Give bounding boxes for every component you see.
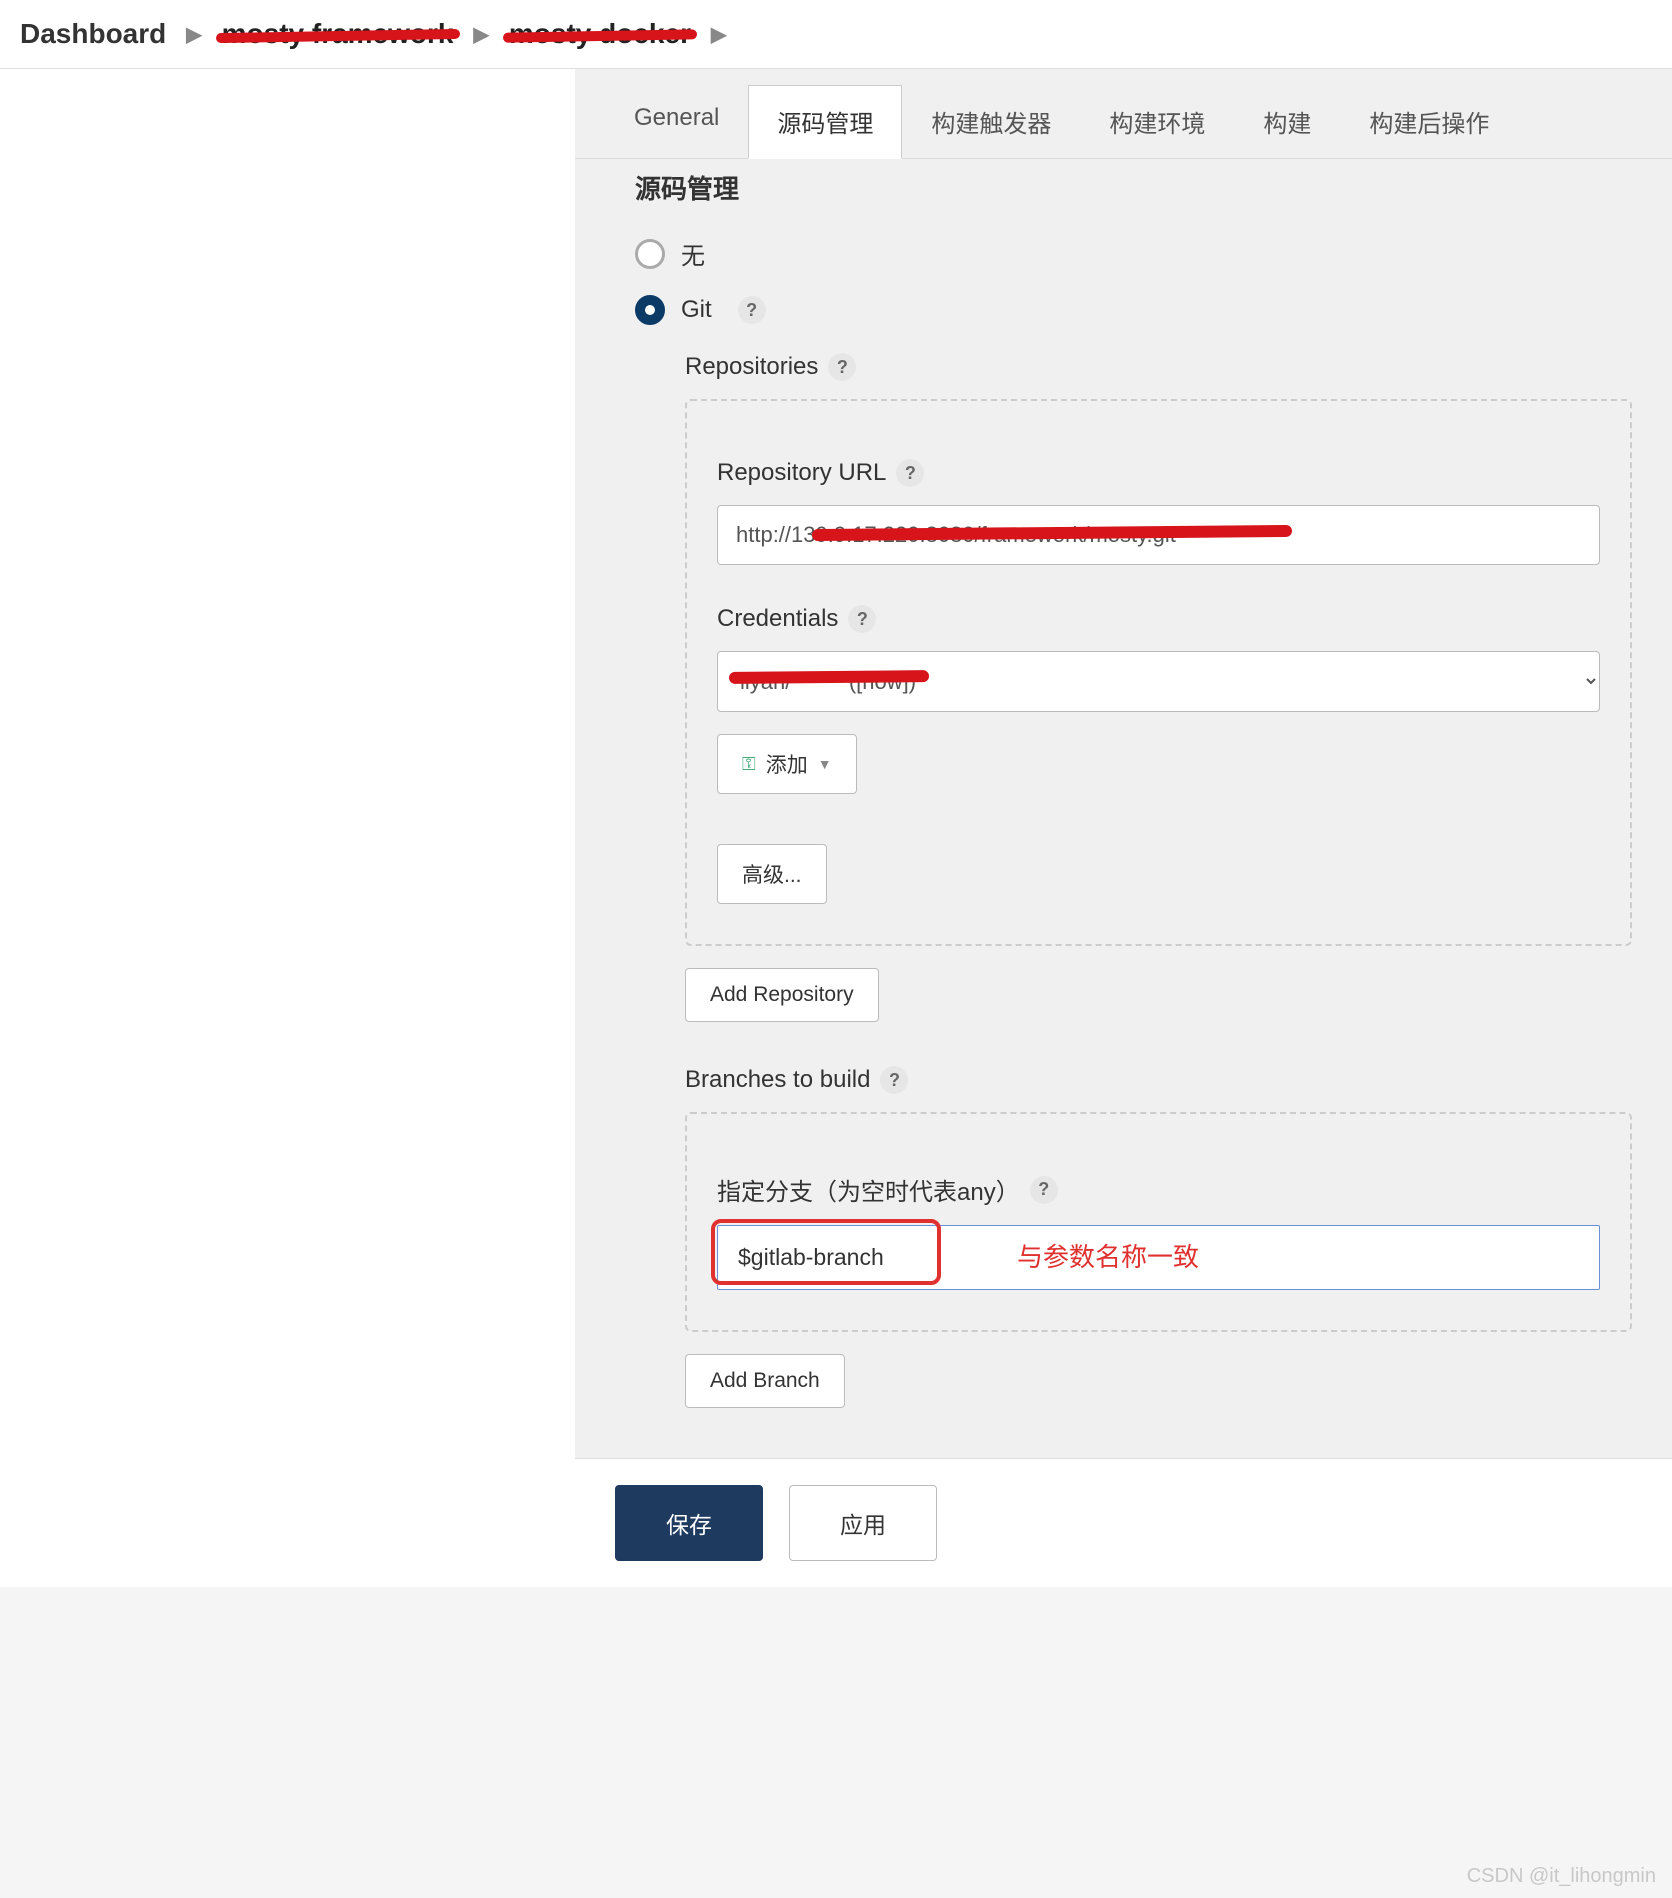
key-icon: ⚿ xyxy=(742,754,756,775)
add-branch-button[interactable]: Add Branch xyxy=(685,1354,845,1408)
chevron-right-icon: ▶ xyxy=(474,22,489,47)
help-icon[interactable]: ? xyxy=(896,459,924,487)
credentials-label: Credentials ? xyxy=(717,605,1600,633)
tab-build[interactable]: 构建 xyxy=(1234,85,1340,158)
breadcrumb-item-2[interactable]: mosty docker xyxy=(509,18,691,50)
add-label: 添加 xyxy=(766,749,808,779)
chevron-right-icon: ▶ xyxy=(186,22,201,47)
left-sidebar xyxy=(0,69,575,1587)
add-repository-button[interactable]: Add Repository xyxy=(685,968,879,1022)
repo-url-input[interactable] xyxy=(717,505,1600,565)
tab-general[interactable]: General xyxy=(605,85,748,158)
scm-option-git[interactable]: Git ? xyxy=(635,295,1632,325)
chevron-down-icon: ▼ xyxy=(818,756,832,772)
radio-checked-icon xyxy=(635,295,665,325)
repo-url-label: Repository URL ? xyxy=(717,459,1600,487)
scm-git-label: Git xyxy=(681,296,712,324)
save-button[interactable]: 保存 xyxy=(615,1485,763,1561)
help-icon[interactable]: ? xyxy=(738,296,766,324)
repository-block: Repository URL ? Credentials ? liyan/***… xyxy=(685,399,1632,946)
tab-env[interactable]: 构建环境 xyxy=(1080,85,1234,158)
tab-triggers[interactable]: 构建触发器 xyxy=(902,85,1080,158)
branches-label: Branches to build ? xyxy=(685,1066,1632,1094)
section-title-scm: 源码管理 xyxy=(615,169,1632,206)
tab-post[interactable]: 构建后操作 xyxy=(1340,85,1518,158)
help-icon[interactable]: ? xyxy=(828,353,856,381)
scm-none-label: 无 xyxy=(681,236,705,271)
repositories-label: Repositories ? xyxy=(685,353,1632,381)
help-icon[interactable]: ? xyxy=(880,1066,908,1094)
credentials-select[interactable]: liyan/****** ([now]) xyxy=(717,651,1600,712)
breadcrumb-item-1[interactable]: mosty framework xyxy=(222,18,454,50)
help-icon[interactable]: ? xyxy=(848,605,876,633)
branch-spec-input[interactable] xyxy=(717,1225,1600,1290)
breadcrumb: Dashboard ▶ mosty framework ▶ mosty dock… xyxy=(0,0,1672,69)
footer-actions: 保存 应用 xyxy=(575,1458,1672,1587)
branches-block: 指定分支（为空时代表any） ? 与参数名称一致 xyxy=(685,1112,1632,1332)
config-tabs: General 源码管理 构建触发器 构建环境 构建 构建后操作 xyxy=(575,69,1672,159)
advanced-button[interactable]: 高级... xyxy=(717,844,827,904)
apply-button[interactable]: 应用 xyxy=(789,1485,937,1561)
radio-icon xyxy=(635,239,665,269)
tab-scm[interactable]: 源码管理 xyxy=(748,85,902,159)
add-credentials-button[interactable]: ⚿ 添加 ▼ xyxy=(717,734,857,794)
breadcrumb-dashboard[interactable]: Dashboard xyxy=(20,18,166,50)
watermark: CSDN @it_lihongmin xyxy=(1467,1865,1656,1888)
branch-spec-label: 指定分支（为空时代表any） ? xyxy=(717,1172,1600,1207)
help-icon[interactable]: ? xyxy=(1030,1176,1058,1204)
scm-option-none[interactable]: 无 xyxy=(635,236,1632,271)
chevron-right-icon: ▶ xyxy=(711,22,726,47)
